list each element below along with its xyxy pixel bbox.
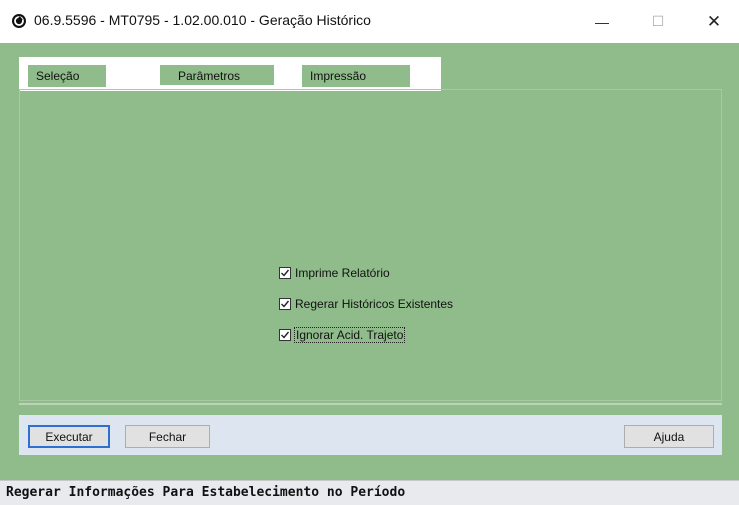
button-bar: Executar Fechar Ajuda <box>19 415 722 455</box>
title-bar: 06.9.5596 - MT0795 - 1.02.00.010 - Geraç… <box>0 0 739 43</box>
minimize-button[interactable]: — <box>579 0 625 43</box>
parameters-panel: Imprime Relatório Regerar Históricos Exi… <box>19 89 722 401</box>
option-regerar-historicos[interactable]: Regerar Históricos Existentes <box>279 297 453 311</box>
separator <box>19 403 722 405</box>
regerar-historicos-checkbox[interactable] <box>279 298 291 310</box>
tab-selecao-label: Seleção <box>36 69 80 83</box>
executar-button[interactable]: Executar <box>28 425 110 448</box>
status-bar: Regerar Informações Para Estabelecimento… <box>0 480 739 505</box>
tab-parametros-label: Parâmetros <box>178 69 241 83</box>
tab-parametros[interactable]: Parâmetros <box>160 65 274 87</box>
imprime-relatorio-label: Imprime Relatório <box>295 266 390 280</box>
option-imprime-relatorio[interactable]: Imprime Relatório <box>279 266 390 280</box>
option-ignorar-acid-trajeto[interactable]: Ignorar Acid. Trajeto <box>279 327 406 343</box>
regerar-historicos-label: Regerar Históricos Existentes <box>295 297 454 311</box>
window-title: 06.9.5596 - MT0795 - 1.02.00.010 - Geraç… <box>34 12 371 28</box>
imprime-relatorio-checkbox[interactable] <box>279 267 291 279</box>
close-button[interactable]: ✕ <box>691 0 737 43</box>
close-icon: ✕ <box>706 11 722 31</box>
tab-impressao[interactable]: Impressão <box>302 65 410 87</box>
app-circle-icon <box>12 14 26 28</box>
ignorar-acid-trajeto-checkbox[interactable] <box>279 329 291 341</box>
check-icon <box>281 331 290 339</box>
tab-impressao-label: Impressão <box>310 69 367 83</box>
maximize-button[interactable]: ☐ <box>635 0 681 43</box>
check-icon <box>281 269 290 277</box>
ajuda-button[interactable]: Ajuda <box>624 425 714 448</box>
client-area: Seleção Parâmetros Impressão Imprime Rel… <box>0 43 739 505</box>
maximize-icon: ☐ <box>651 13 665 29</box>
check-icon <box>281 300 290 308</box>
ignorar-acid-trajeto-label: Ignorar Acid. Trajeto <box>293 327 406 343</box>
fechar-button[interactable]: Fechar <box>125 425 210 448</box>
tab-strip: Seleção Parâmetros Impressão <box>19 57 441 91</box>
minimize-icon: — <box>595 13 609 30</box>
status-text: Regerar Informações Para Estabelecimento… <box>6 485 406 500</box>
tab-selecao[interactable]: Seleção <box>28 65 106 87</box>
